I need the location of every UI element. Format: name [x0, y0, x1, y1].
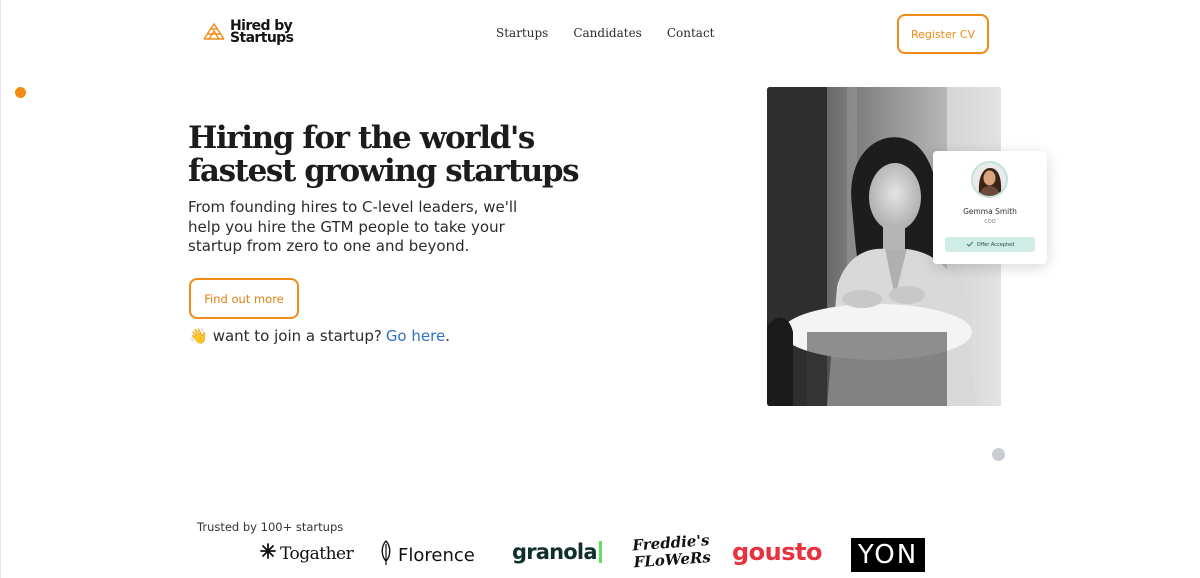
granola-bar-shape	[598, 541, 602, 563]
granola-logo: granola	[512, 540, 602, 564]
left-divider	[0, 0, 1, 578]
register-cv-button[interactable]: Register CV	[897, 14, 989, 54]
togather-logo: Togather	[260, 543, 354, 564]
check-icon	[966, 241, 974, 249]
sparkle-icon	[260, 543, 276, 564]
logo-mark-icon	[202, 21, 226, 43]
freddies-wordmark-line-2: FLoWeRs	[633, 548, 712, 572]
gousto-logo: gousto	[732, 538, 823, 566]
go-here-link[interactable]: Go here	[386, 327, 445, 345]
join-period: .	[445, 327, 450, 345]
logo-line-2: Startups	[230, 30, 294, 46]
carousel-dot[interactable]	[992, 448, 1005, 461]
join-startup-line: 👋 want to join a startup? Go here.	[189, 327, 450, 345]
main-nav: Startups Candidates Contact	[496, 26, 715, 40]
nav-candidates[interactable]: Candidates	[573, 26, 642, 40]
yon-logo: YON	[851, 538, 925, 572]
profile-role: COO	[984, 219, 996, 225]
decorative-orange-dot	[15, 87, 26, 98]
join-link-group: Go here.	[386, 327, 450, 345]
florence-logo: Florence	[380, 540, 475, 571]
nav-contact[interactable]: Contact	[667, 26, 715, 40]
find-out-more-button[interactable]: Find out more	[189, 278, 299, 319]
hero-subtitle: From founding hires to C-level leaders, …	[188, 198, 518, 255]
join-text: want to join a startup?	[212, 327, 382, 345]
site-logo[interactable]: Hired by Startups	[202, 19, 294, 46]
page: Hired by Startups Startups Candidates Co…	[0, 0, 1200, 578]
status-badge: Offer Accepted	[945, 237, 1035, 252]
freddies-flowers-logo: Freddie's FLoWeRs	[632, 531, 712, 572]
waving-hand-icon: 👋	[189, 326, 208, 345]
profile-name: Gemma Smith	[963, 207, 1017, 216]
status-badge-label: Offer Accepted	[976, 241, 1015, 248]
feather-icon	[380, 540, 392, 571]
logo-wordmark: Hired by Startups	[230, 19, 294, 46]
profile-card: Gemma Smith COO Offer Accepted	[933, 151, 1047, 264]
trusted-label: Trusted by 100+ startups	[197, 520, 344, 534]
togather-wordmark: Togather	[280, 543, 354, 564]
granola-wordmark: granola	[512, 540, 598, 564]
florence-wordmark: Florence	[398, 545, 475, 566]
avatar	[971, 161, 1008, 198]
nav-startups[interactable]: Startups	[496, 26, 548, 40]
hero-title: Hiring for the world's fastest growing s…	[188, 120, 580, 189]
